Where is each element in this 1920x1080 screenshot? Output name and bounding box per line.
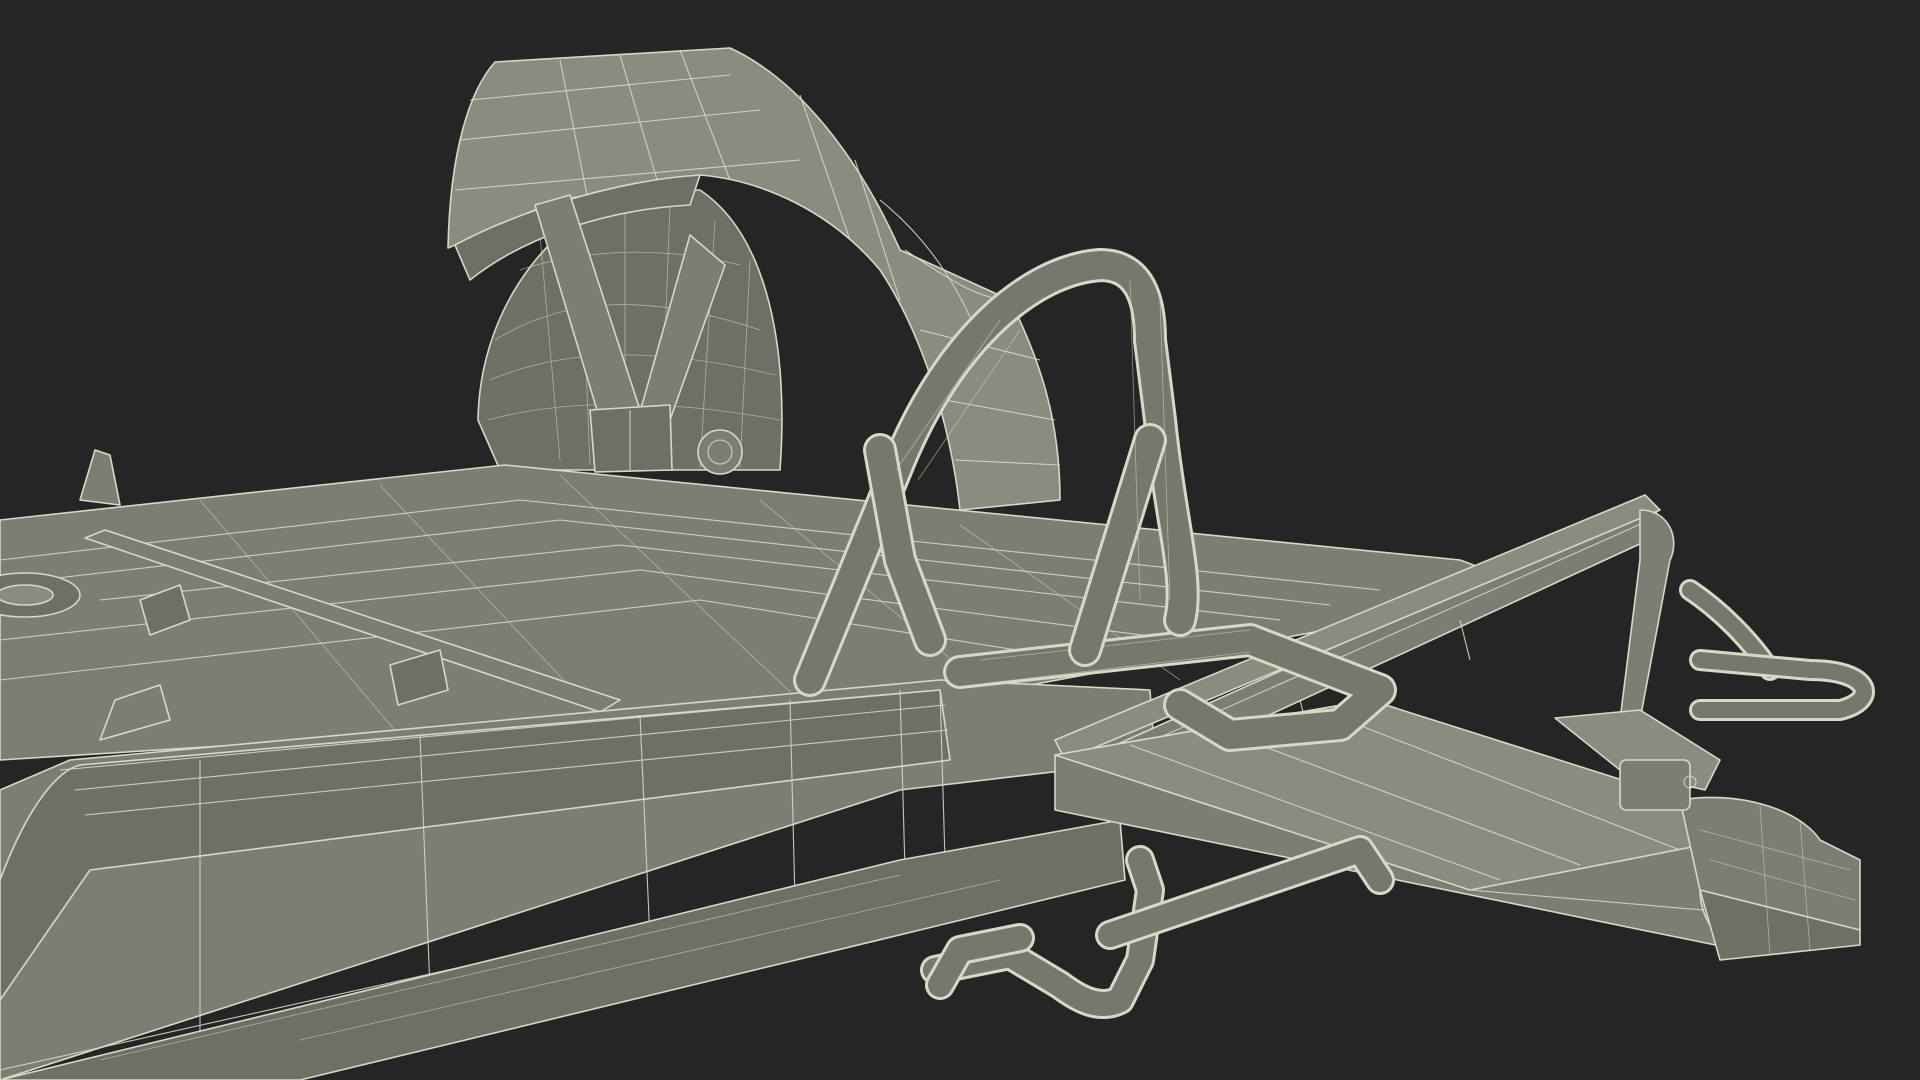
render-viewport [0, 0, 1920, 1080]
wheel-hub [697, 429, 743, 475]
trailer-wireframe-render [0, 47, 1875, 1080]
safety-chains [1679, 579, 1875, 721]
